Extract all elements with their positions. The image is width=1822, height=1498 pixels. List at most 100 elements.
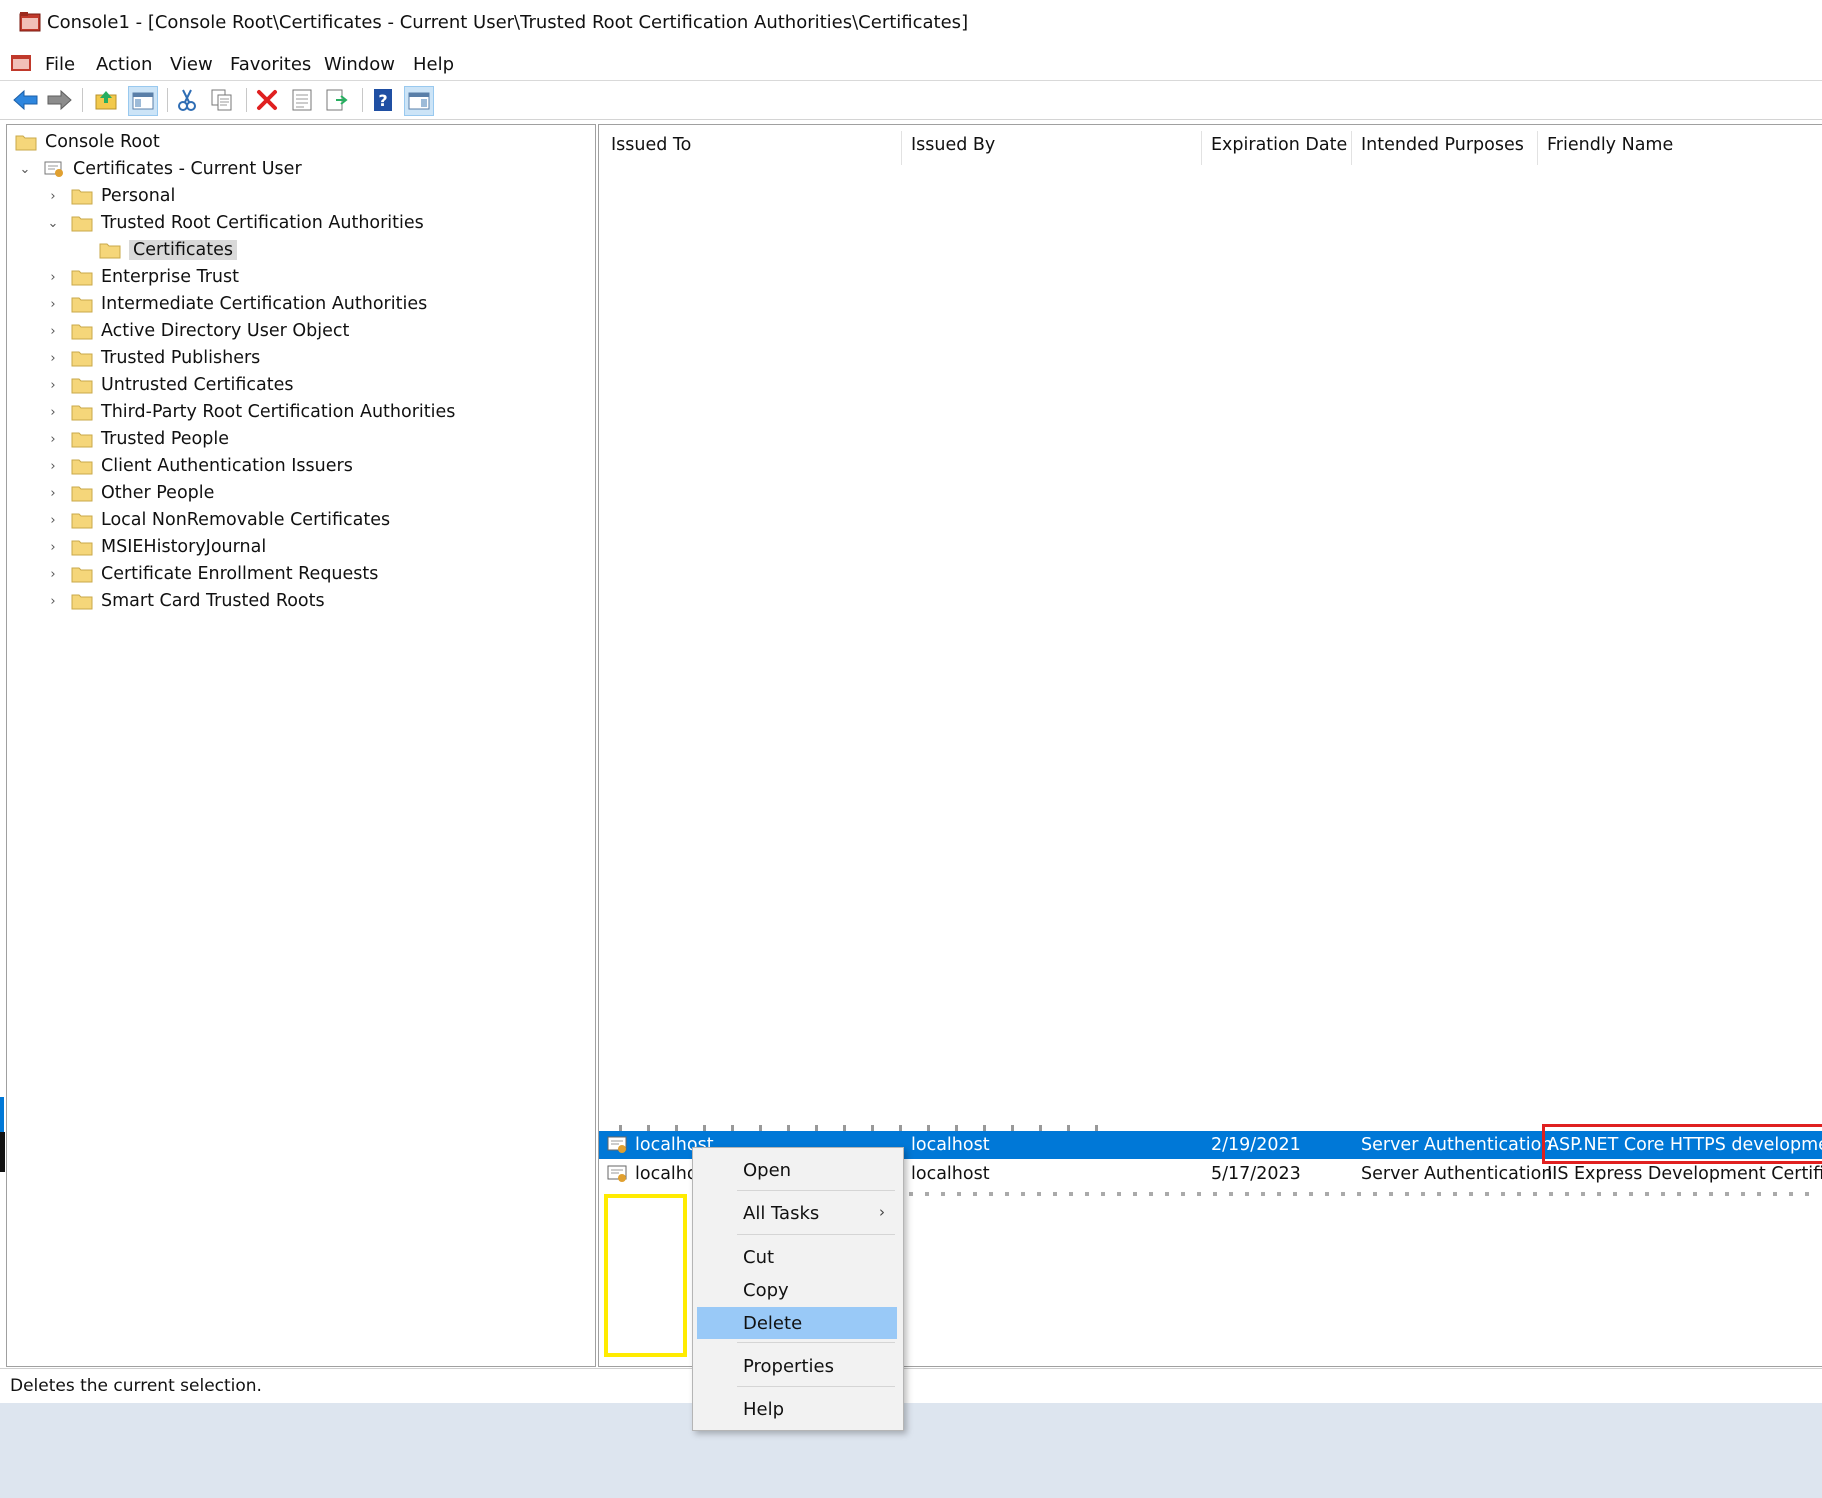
- up-folder-icon[interactable]: [92, 86, 120, 114]
- toolbar-separator: [362, 88, 363, 112]
- clipped-row-fragment: [909, 1192, 1809, 1196]
- tree-item-msie-history-journal[interactable]: › MSIEHistoryJournal: [45, 534, 266, 560]
- column-issued-to[interactable]: Issued To: [611, 135, 691, 155]
- chevron-right-icon[interactable]: ›: [45, 188, 61, 204]
- tree-item-ad-user-object[interactable]: › Active Directory User Object: [45, 318, 349, 344]
- menu-item-help[interactable]: Help: [697, 1393, 897, 1425]
- tree-item-enrollment-requests[interactable]: › Certificate Enrollment Requests: [45, 561, 378, 587]
- chevron-right-icon[interactable]: ›: [45, 566, 61, 582]
- tree-item-certificates-current-user[interactable]: ⌄ Certificates - Current User: [17, 156, 302, 182]
- tree-label: Certificates - Current User: [73, 159, 302, 179]
- folder-icon: [71, 513, 93, 529]
- menu-favorites[interactable]: Favorites: [230, 54, 311, 75]
- status-text: Deletes the current selection.: [10, 1376, 262, 1396]
- folder-icon: [71, 486, 93, 502]
- tree-item-certificates-selected[interactable]: Certificates: [99, 237, 238, 263]
- menu-bar: File Action View Favorites Window Help: [0, 48, 1822, 81]
- column-friendly-name[interactable]: Friendly Name: [1547, 135, 1673, 155]
- system-menu-icon[interactable]: [10, 52, 32, 79]
- chevron-right-icon[interactable]: ›: [45, 323, 61, 339]
- window-title: Console1 - [Console Root\Certificates - …: [47, 12, 969, 33]
- list-header: ˄ Issued To Issued By Expiration Date In…: [599, 125, 1822, 169]
- forward-arrow-icon[interactable]: [45, 86, 73, 114]
- chevron-right-icon[interactable]: ›: [45, 377, 61, 393]
- chevron-right-icon[interactable]: ›: [45, 431, 61, 447]
- chevron-right-icon[interactable]: ›: [45, 404, 61, 420]
- properties-icon[interactable]: [288, 86, 316, 114]
- folder-icon: [71, 459, 93, 475]
- menu-item-properties[interactable]: Properties: [697, 1350, 897, 1382]
- tree-label: Untrusted Certificates: [101, 375, 294, 395]
- certificate-icon: [607, 1136, 627, 1153]
- folder-icon: [71, 297, 93, 313]
- menu-item-delete[interactable]: Delete: [697, 1307, 897, 1339]
- menu-separator: [737, 1190, 895, 1191]
- svg-text:?: ?: [378, 91, 387, 110]
- toolbar: ?: [0, 81, 1822, 120]
- column-issued-by[interactable]: Issued By: [911, 135, 995, 155]
- column-expiration-date[interactable]: Expiration Date: [1211, 135, 1347, 155]
- chevron-right-icon[interactable]: ›: [45, 593, 61, 609]
- show-hide-tree-icon[interactable]: [128, 86, 158, 116]
- export-icon[interactable]: [323, 86, 351, 114]
- folder-icon: [71, 567, 93, 583]
- menu-item-cut[interactable]: Cut: [697, 1241, 897, 1273]
- menu-help[interactable]: Help: [413, 54, 454, 75]
- tree-item-third-party-root-ca[interactable]: › Third-Party Root Certification Authori…: [45, 399, 455, 425]
- tree-item-trusted-root-ca[interactable]: ⌄ Trusted Root Certification Authorities: [45, 210, 424, 236]
- chevron-right-icon[interactable]: ›: [45, 350, 61, 366]
- column-divider[interactable]: [1537, 131, 1538, 165]
- tree-item-local-nonremovable[interactable]: › Local NonRemovable Certificates: [45, 507, 390, 533]
- column-divider[interactable]: [901, 131, 902, 165]
- tree-item-smart-card-roots[interactable]: › Smart Card Trusted Roots: [45, 588, 324, 614]
- tree-item-enterprise-trust[interactable]: › Enterprise Trust: [45, 264, 239, 290]
- cell-issued-by: localhost: [911, 1164, 990, 1184]
- chevron-right-icon[interactable]: ›: [45, 296, 61, 312]
- chevron-right-icon[interactable]: ›: [45, 539, 61, 555]
- chevron-down-icon[interactable]: ⌄: [17, 161, 33, 177]
- folder-icon: [71, 540, 93, 556]
- menu-item-all-tasks[interactable]: All Tasks ›: [697, 1197, 897, 1229]
- cell-intended-purposes: Server Authentication: [1361, 1135, 1553, 1155]
- chevron-right-icon[interactable]: ›: [45, 269, 61, 285]
- back-arrow-icon[interactable]: [12, 86, 40, 114]
- console-tree: Console Root ⌄ Certificates - Current Us…: [6, 124, 596, 1367]
- tree-label: Trusted Root Certification Authorities: [101, 213, 424, 233]
- folder-icon: [71, 216, 93, 232]
- menu-view[interactable]: View: [170, 54, 213, 75]
- tree-label: Enterprise Trust: [101, 267, 239, 287]
- tree-label: Console Root: [45, 132, 160, 152]
- tree-item-personal[interactable]: › Personal: [45, 183, 175, 209]
- chevron-right-icon[interactable]: ›: [45, 458, 61, 474]
- chevron-down-icon[interactable]: ⌄: [45, 215, 61, 231]
- tree-item-other-people[interactable]: › Other People: [45, 480, 214, 506]
- menu-action[interactable]: Action: [96, 54, 152, 75]
- action-pane-icon[interactable]: [404, 86, 434, 116]
- tree-item-console-root[interactable]: Console Root: [15, 129, 160, 155]
- tree-label: Trusted Publishers: [101, 348, 261, 368]
- tree-item-untrusted-certificates[interactable]: › Untrusted Certificates: [45, 372, 293, 398]
- cut-icon[interactable]: [173, 86, 201, 114]
- copy-icon[interactable]: [208, 86, 236, 114]
- column-divider[interactable]: [1201, 131, 1202, 165]
- column-divider[interactable]: [1351, 131, 1352, 165]
- menu-window[interactable]: Window: [324, 54, 395, 75]
- cell-friendly-name: IIS Express Development Certificate: [1547, 1164, 1822, 1184]
- tree-label: Intermediate Certification Authorities: [101, 294, 428, 314]
- tree-item-trusted-publishers[interactable]: › Trusted Publishers: [45, 345, 260, 371]
- delete-icon[interactable]: [253, 86, 281, 114]
- help-icon[interactable]: ?: [369, 86, 397, 114]
- folder-icon: [71, 405, 93, 421]
- chevron-right-icon[interactable]: ›: [45, 485, 61, 501]
- tree-item-trusted-people[interactable]: › Trusted People: [45, 426, 229, 452]
- menu-separator: [737, 1342, 895, 1343]
- tree-item-client-auth-issuers[interactable]: › Client Authentication Issuers: [45, 453, 352, 479]
- menu-item-copy[interactable]: Copy: [697, 1274, 897, 1306]
- column-intended-purposes[interactable]: Intended Purposes: [1361, 135, 1524, 155]
- folder-icon: [99, 243, 121, 259]
- chevron-right-icon[interactable]: ›: [45, 512, 61, 528]
- menu-item-open[interactable]: Open: [697, 1154, 897, 1186]
- menu-file[interactable]: File: [45, 54, 75, 75]
- tree-item-intermediate-ca[interactable]: › Intermediate Certification Authorities: [45, 291, 427, 317]
- title-bar: Console1 - [Console Root\Certificates - …: [0, 0, 1822, 48]
